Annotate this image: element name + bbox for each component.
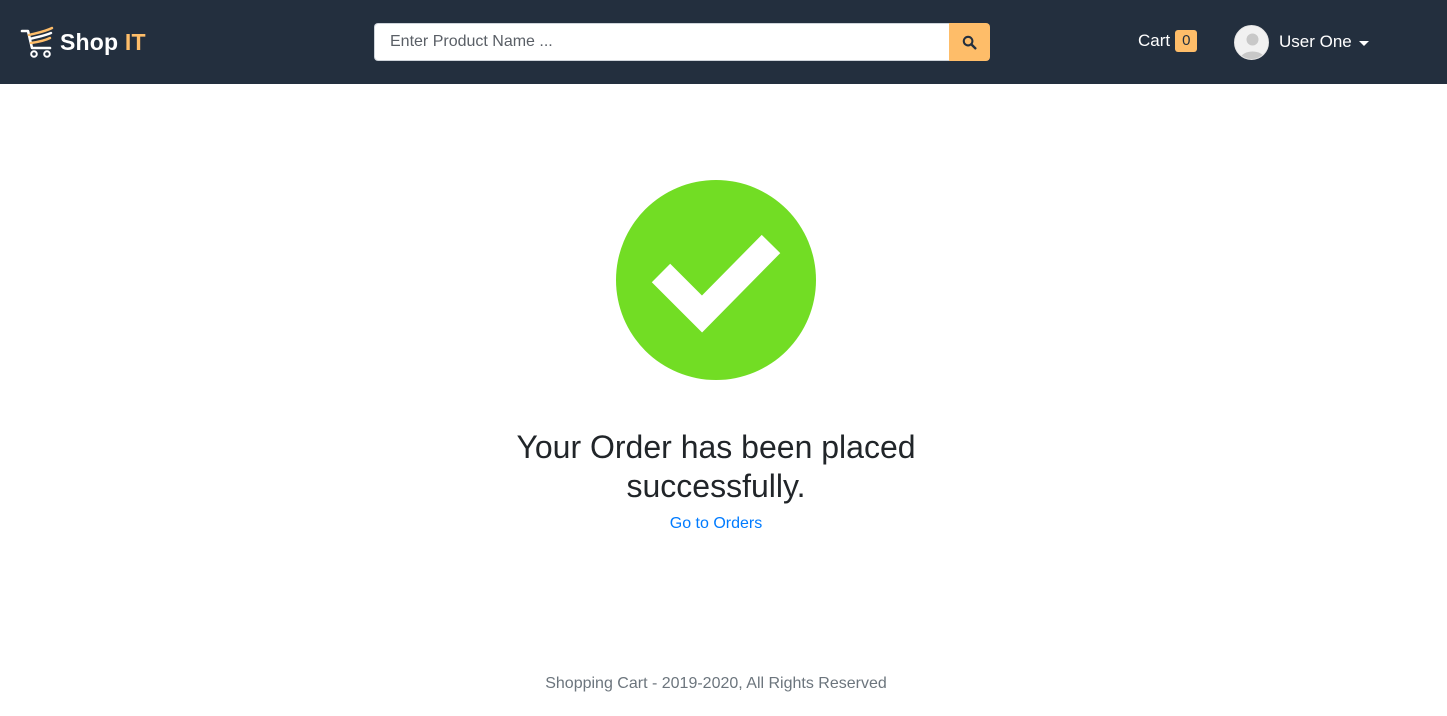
order-success-message: Your Order has been placed successfully. [0,428,1432,506]
message-line-1: Your Order has been placed [516,429,916,465]
check-circle-icon [616,180,816,380]
top-navbar: Shop IT Cart 0 User One [0,0,1447,84]
user-avatar-icon [1235,25,1268,59]
chevron-down-icon [1358,40,1369,46]
search-button[interactable] [949,23,990,61]
brand-name: Shop IT [60,29,146,56]
search-icon [962,35,977,50]
cart-link[interactable]: Cart 0 [1138,29,1198,53]
cart-label: Cart [1138,31,1171,50]
cart-count-badge: 0 [1175,30,1198,52]
brand-name-main: Shop [60,28,119,55]
go-to-orders-link[interactable]: Go to Orders [0,514,1432,534]
user-menu-toggle[interactable]: User One [1234,24,1369,60]
search-bar [374,23,990,61]
footer-copyright: Shopping Cart - 2019-2020, All Rights Re… [545,675,887,692]
search-input[interactable] [374,23,949,61]
shopping-cart-logo-icon [20,26,54,58]
avatar [1234,24,1269,60]
message-line-2: successfully. [626,468,806,504]
brand-logo[interactable]: Shop IT [20,22,146,62]
brand-name-accent: IT [124,28,146,55]
user-name: User One [1279,32,1352,51]
